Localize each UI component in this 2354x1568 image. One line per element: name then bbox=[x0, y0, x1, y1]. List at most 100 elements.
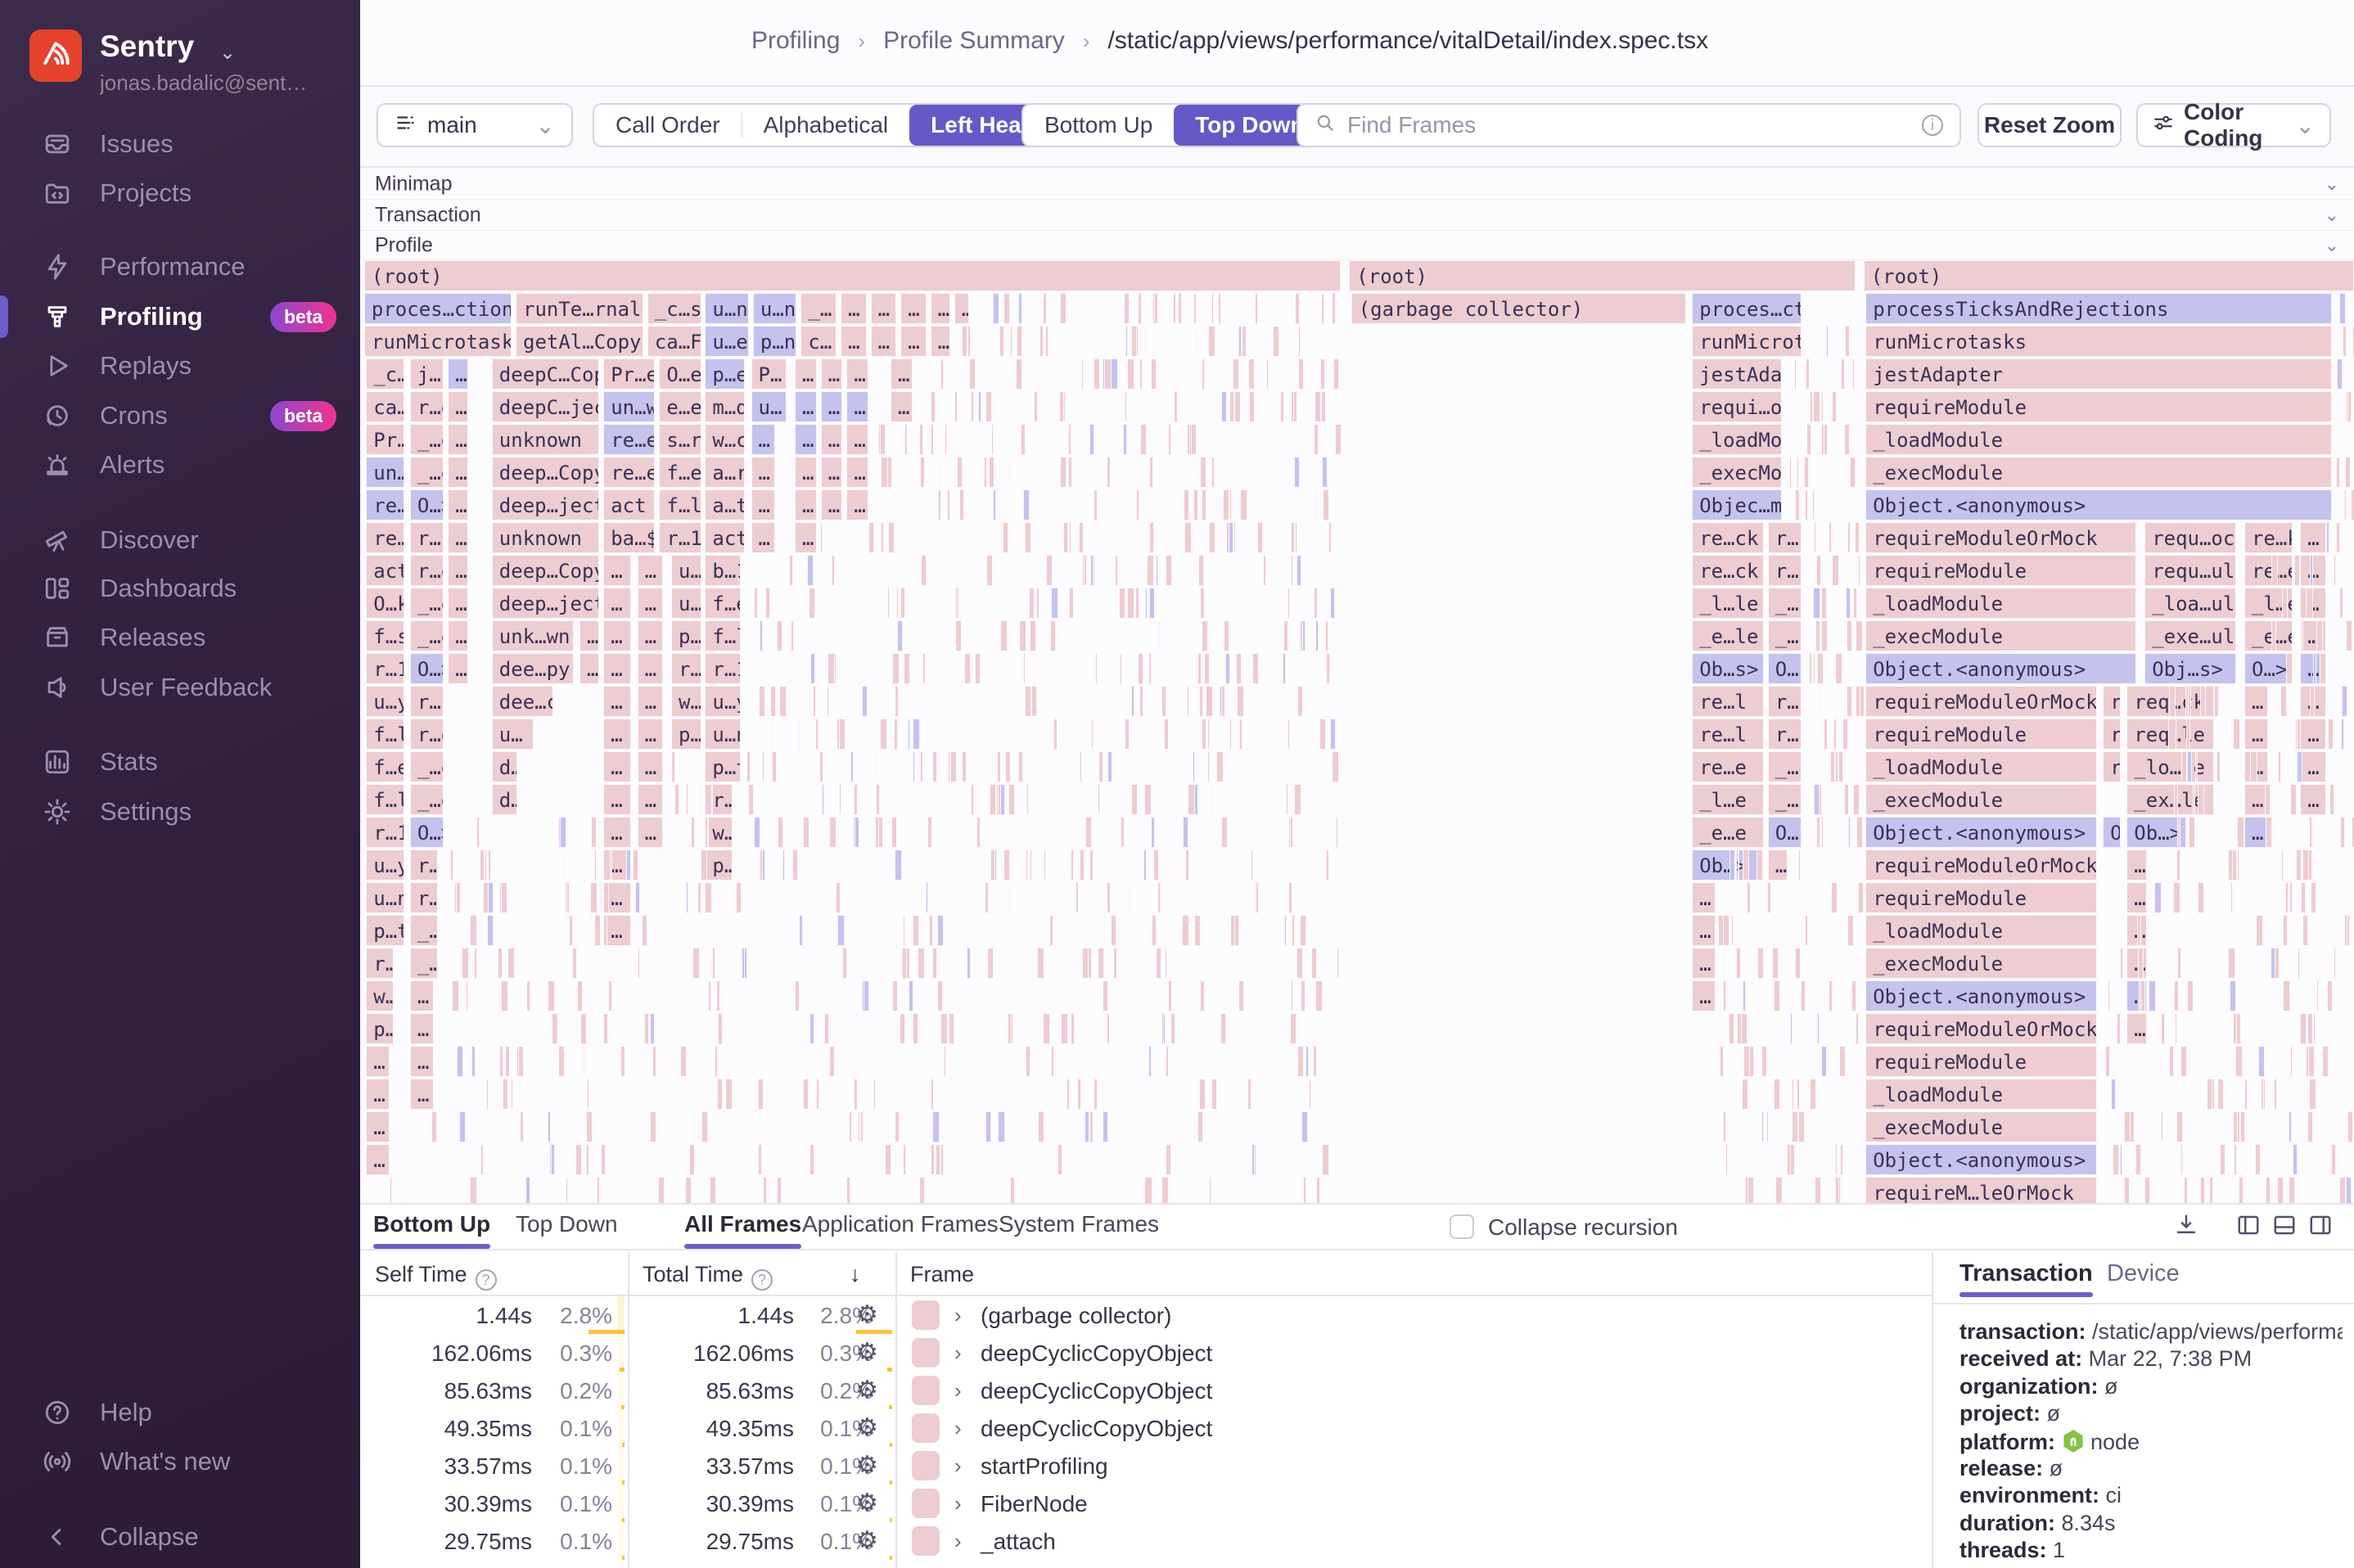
flame-frame[interactable] bbox=[457, 1046, 463, 1077]
flame-frame[interactable]: requireModule bbox=[1865, 391, 2332, 422]
flame-frame[interactable] bbox=[626, 849, 632, 881]
flame-frame[interactable] bbox=[1131, 686, 1134, 717]
flame-frame[interactable] bbox=[1168, 980, 1172, 1012]
flame-frame[interactable] bbox=[1240, 489, 1247, 520]
flame-frame[interactable] bbox=[1790, 1013, 1793, 1044]
flame-frame[interactable]: a…r bbox=[705, 457, 745, 488]
flame-frame[interactable] bbox=[1023, 653, 1026, 684]
flame-frame[interactable] bbox=[603, 882, 609, 913]
flame-frame[interactable] bbox=[1858, 882, 1864, 913]
flame-frame[interactable] bbox=[1297, 948, 1303, 979]
flame-frame[interactable] bbox=[2233, 1013, 2237, 1044]
flame-frame[interactable] bbox=[1256, 882, 1260, 913]
flame-frame[interactable] bbox=[1835, 1144, 1838, 1175]
self-time-header[interactable]: Self Time? bbox=[375, 1262, 497, 1291]
flame-frame[interactable] bbox=[1850, 457, 1856, 488]
flame-frame[interactable] bbox=[597, 1177, 600, 1203]
flame-frame[interactable] bbox=[903, 915, 906, 946]
transaction-section-header[interactable]: Transaction ⌄ bbox=[360, 200, 2354, 231]
flame-frame[interactable] bbox=[2230, 980, 2236, 1012]
flame-frame[interactable] bbox=[2135, 1144, 2142, 1175]
flame-frame[interactable] bbox=[1300, 915, 1306, 946]
flame-frame[interactable] bbox=[1063, 522, 1068, 553]
flame-frame[interactable] bbox=[2237, 849, 2239, 881]
flame-frame[interactable] bbox=[953, 817, 954, 848]
flame-frame[interactable] bbox=[518, 1046, 524, 1077]
flame-frame[interactable] bbox=[778, 817, 783, 848]
flame-frame[interactable] bbox=[1067, 1079, 1070, 1110]
flame-frame[interactable] bbox=[1290, 817, 1293, 848]
flame-frame[interactable] bbox=[1071, 849, 1073, 881]
flame-frame[interactable] bbox=[505, 1046, 510, 1077]
flame-frame[interactable] bbox=[895, 686, 899, 717]
flame-frame[interactable] bbox=[1090, 555, 1094, 586]
flame-frame[interactable] bbox=[1135, 588, 1140, 619]
flame-frame[interactable] bbox=[1053, 719, 1057, 750]
flame-frame[interactable] bbox=[587, 1079, 589, 1110]
flame-frame[interactable] bbox=[913, 915, 919, 946]
flame-frame[interactable] bbox=[1061, 784, 1062, 815]
flame-frame[interactable] bbox=[794, 686, 796, 717]
flame-frame[interactable]: _… bbox=[800, 293, 837, 324]
flame-frame[interactable] bbox=[480, 1144, 483, 1175]
flame-frame[interactable] bbox=[887, 588, 891, 619]
flame-frame[interactable]: r…e bbox=[410, 391, 444, 422]
flame-frame[interactable]: _…e bbox=[410, 784, 444, 815]
flame-frame[interactable] bbox=[1821, 588, 1827, 619]
flame-frame[interactable]: _loadModule bbox=[1865, 1079, 2097, 1110]
flame-frame[interactable] bbox=[1291, 391, 1295, 422]
flame-frame[interactable] bbox=[791, 620, 794, 651]
flame-frame[interactable] bbox=[2175, 1013, 2177, 1044]
flame-frame[interactable] bbox=[2216, 751, 2221, 782]
flame-frame[interactable] bbox=[932, 1111, 940, 1142]
flame-frame[interactable] bbox=[1720, 1046, 1724, 1077]
flame-frame[interactable] bbox=[948, 751, 950, 782]
flame-frame[interactable] bbox=[2316, 980, 2320, 1012]
flame-frame[interactable] bbox=[837, 719, 839, 750]
flame-frame[interactable] bbox=[1294, 457, 1300, 488]
flame-frame[interactable] bbox=[1140, 817, 1142, 848]
flame-frame[interactable] bbox=[932, 751, 937, 782]
flame-frame[interactable] bbox=[931, 424, 934, 455]
flame-frame[interactable]: O…> bbox=[410, 653, 444, 684]
flame-frame[interactable] bbox=[1855, 522, 1860, 553]
flame-frame[interactable] bbox=[977, 719, 979, 750]
flame-frame[interactable]: _e…e bbox=[2244, 620, 2293, 651]
flame-frame[interactable] bbox=[2296, 849, 2302, 881]
frame-table-row[interactable]: 33.57ms0.1%33.57ms0.1%⚙›startProfiling bbox=[360, 1447, 1932, 1485]
flame-frame[interactable] bbox=[2169, 1046, 2175, 1077]
flame-frame[interactable] bbox=[1193, 489, 1198, 520]
sidebar-item-stats[interactable]: Stats bbox=[0, 737, 360, 786]
flame-frame[interactable] bbox=[1761, 1111, 1764, 1142]
flame-frame[interactable] bbox=[2177, 948, 2181, 979]
flame-frame[interactable]: … bbox=[891, 358, 913, 390]
flame-frame[interactable] bbox=[2294, 555, 2300, 586]
flame-frame[interactable] bbox=[2177, 817, 2180, 848]
flame-frame[interactable] bbox=[1834, 1111, 1836, 1142]
flame-frame[interactable] bbox=[2154, 882, 2162, 913]
flame-frame[interactable] bbox=[789, 555, 793, 586]
flame-frame[interactable] bbox=[1832, 555, 1839, 586]
flame-frame[interactable]: _loadModule bbox=[1692, 424, 1782, 455]
flame-frame[interactable]: O… bbox=[2103, 817, 2121, 848]
flame-frame[interactable] bbox=[1817, 1013, 1820, 1044]
flame-frame[interactable] bbox=[955, 620, 962, 651]
sort-call-order[interactable]: Call Order bbox=[594, 105, 742, 146]
flame-frame[interactable]: … bbox=[603, 784, 631, 815]
flame-frame[interactable] bbox=[511, 1079, 513, 1110]
flame-frame[interactable]: r… bbox=[2103, 751, 2121, 782]
flame-frame[interactable] bbox=[1204, 653, 1211, 684]
flame-frame[interactable] bbox=[1144, 784, 1152, 815]
flame-frame[interactable]: act bbox=[705, 522, 745, 553]
flame-frame[interactable] bbox=[2308, 1046, 2315, 1077]
flame-frame[interactable] bbox=[2237, 817, 2244, 848]
flame-frame[interactable] bbox=[1200, 457, 1206, 488]
flame-frame[interactable] bbox=[2308, 849, 2312, 881]
flame-frame[interactable]: … bbox=[846, 358, 868, 390]
flame-frame[interactable] bbox=[2117, 1013, 2121, 1044]
flame-frame[interactable] bbox=[563, 849, 565, 881]
flame-frame[interactable] bbox=[820, 522, 823, 553]
flame-frame[interactable] bbox=[969, 358, 976, 390]
flame-frame[interactable] bbox=[1198, 555, 1205, 586]
flame-frame[interactable] bbox=[772, 751, 778, 782]
